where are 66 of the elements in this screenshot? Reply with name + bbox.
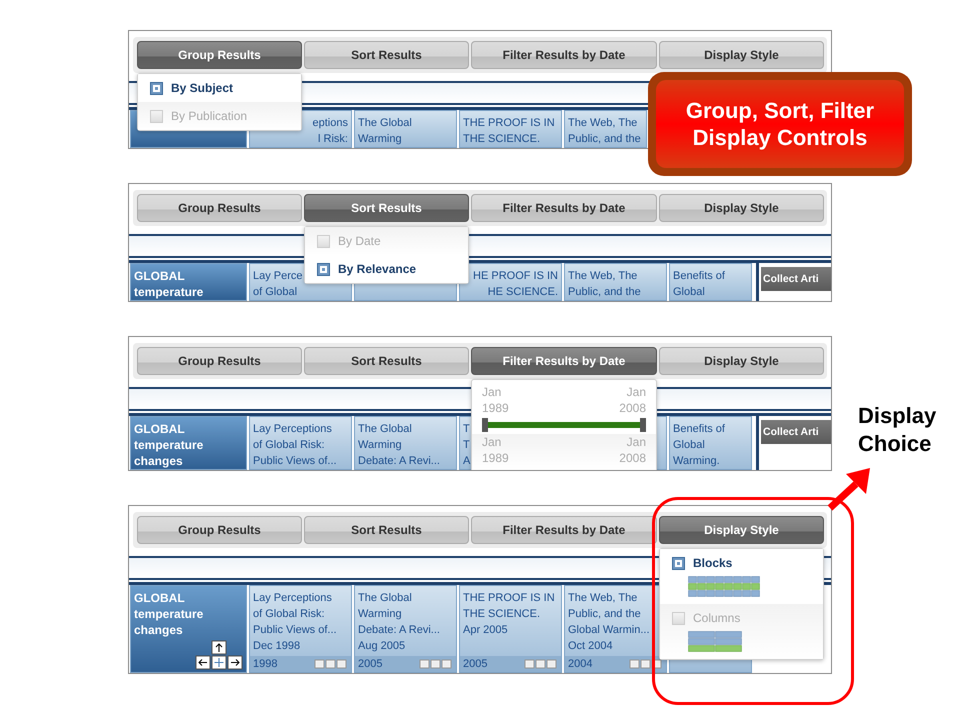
date-label: Jan 2008	[619, 384, 646, 416]
card-text: A	[463, 454, 470, 469]
date-label: Jan 1989	[482, 434, 509, 466]
callout-text: Group, Sort, Filter Display Controls	[648, 72, 912, 176]
card-text: Debate: A Revi...	[358, 623, 440, 638]
card-text: of Global	[253, 285, 298, 300]
card-text: Global	[673, 438, 705, 453]
card-text: Warming	[358, 132, 402, 147]
card-text: of Global Risk:	[253, 438, 325, 453]
option-label: By Publication	[171, 109, 248, 123]
card-text: temperature	[134, 284, 204, 300]
card-text: Global Warmin...	[568, 623, 650, 638]
annotation-text: Display Choice	[858, 402, 936, 458]
card-text: The Global	[358, 116, 412, 131]
card-text: The Web, The	[568, 269, 638, 284]
card-text: Warming	[358, 438, 402, 453]
card-text: GLOBAL	[134, 590, 185, 606]
option-label: Blocks	[693, 556, 732, 570]
card-text: Warming.	[673, 454, 720, 469]
card-text: GLOBAL	[134, 421, 185, 437]
card-text: The Web, The	[568, 116, 638, 131]
card-text: Public Views of...	[253, 454, 337, 469]
option-label: By Subject	[171, 81, 234, 95]
card-text: GLOBAL	[134, 268, 185, 284]
card-text: HE SCIENCE.	[488, 285, 558, 300]
card-text: Oct 2004	[568, 639, 613, 654]
card-text: Lay Perce	[253, 269, 303, 284]
card-text: Lay Perceptions	[253, 591, 332, 606]
date-label: Jan 1989	[482, 384, 509, 416]
card-text: THE SCIENCE.	[463, 132, 540, 147]
card-text: Apr 2005	[463, 623, 508, 638]
card-text: T	[463, 438, 470, 453]
option-label: By Date	[338, 234, 381, 248]
card-text: temperature	[134, 437, 204, 453]
card-text: HE PROOF IS IN	[473, 269, 558, 284]
card-text: Lay Perceptions	[253, 422, 332, 437]
card-text: THE PROOF IS IN	[463, 591, 555, 606]
date-label: Jan 2008	[619, 434, 646, 466]
card-text: T	[463, 422, 470, 437]
option-label: Columns	[693, 611, 740, 625]
card-text: Dec 1998	[253, 639, 300, 654]
card-text: Debate: A Revi...	[358, 454, 440, 469]
year-label: 2004	[568, 657, 592, 672]
card-text: eptions	[312, 116, 348, 131]
card-text: Benefits of	[673, 269, 725, 284]
card-text: changes	[134, 453, 183, 469]
card-text: Public, and the	[568, 132, 641, 147]
card-text: Aug 2005	[358, 639, 406, 654]
card-text: Global	[673, 285, 705, 300]
card-text: The Web, The	[568, 591, 638, 606]
card-text: Warming	[358, 607, 402, 622]
card-text: l Risk:	[318, 132, 348, 147]
card-text: Public, and the	[568, 607, 641, 622]
card-text: changes	[134, 622, 183, 638]
year-label: 2005	[358, 657, 382, 672]
card-text: Benefits of	[673, 422, 725, 437]
card-text: THE SCIENCE.	[463, 607, 540, 622]
card-text: Public Views of...	[253, 623, 337, 638]
card-text: The Global	[358, 591, 412, 606]
year-label: 2005	[463, 657, 488, 672]
card-text: of Global Risk:	[253, 607, 325, 622]
card-text: The Global	[358, 422, 412, 437]
card-text: temperature	[134, 606, 204, 622]
card-text: THE PROOF IS IN	[463, 116, 555, 131]
year-label: 1998	[253, 657, 278, 672]
card-text: Public, and the	[568, 285, 641, 300]
